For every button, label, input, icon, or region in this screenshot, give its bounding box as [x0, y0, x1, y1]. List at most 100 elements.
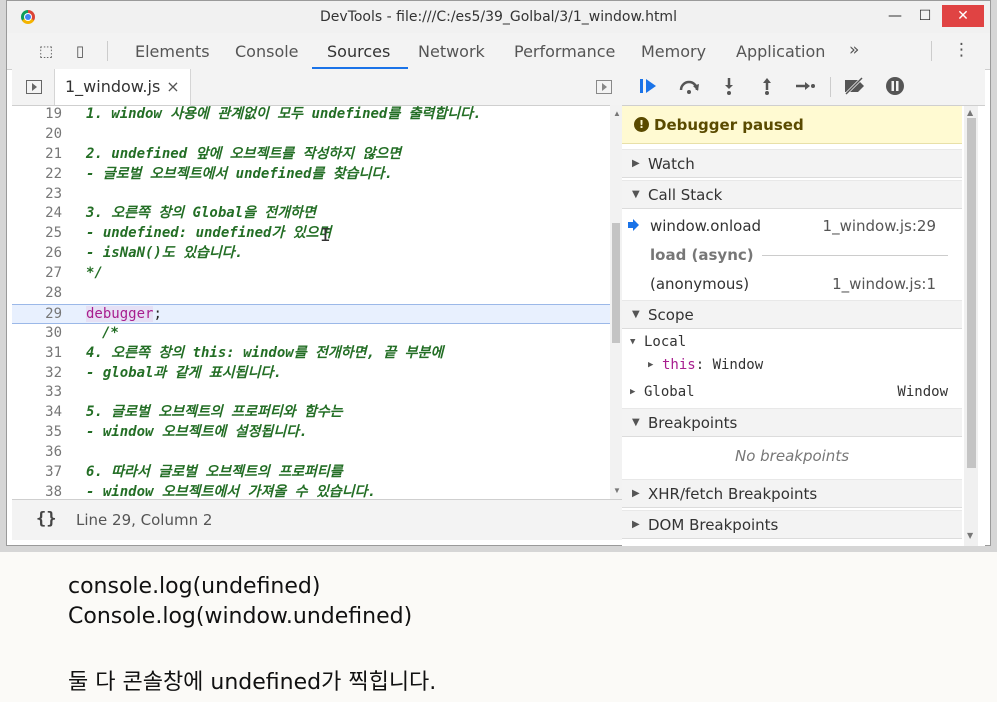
line-number[interactable]: 27: [12, 264, 62, 284]
resume-icon[interactable]: [636, 76, 662, 98]
step-icon[interactable]: [792, 76, 818, 98]
line-number[interactable]: 25: [12, 224, 62, 244]
property-value: Window: [712, 357, 764, 373]
code-line: 20: [12, 125, 610, 145]
paused-message: Debugger paused: [654, 116, 804, 134]
code-line: 33: [12, 383, 610, 403]
call-frame[interactable]: (anonymous) 1_window.js:1: [622, 269, 962, 298]
section-title: Watch: [648, 155, 695, 173]
scope-property[interactable]: ▶ this: Window: [622, 353, 962, 377]
statement-terminator: ;: [153, 305, 162, 322]
dom-breakpoints-section-header[interactable]: ▶ DOM Breakpoints: [622, 510, 962, 539]
tab-network[interactable]: Network: [418, 42, 485, 61]
screenshot-frame: DevTools - file:///C:/es5/39_Golbal/3/1_…: [0, 0, 997, 552]
line-number[interactable]: 35: [12, 423, 62, 443]
divider: [762, 255, 948, 256]
pretty-print-icon[interactable]: {}: [36, 509, 56, 529]
editor-scrollbar[interactable]: ▲ ▼: [610, 105, 622, 499]
line-text: - isNaN()도 있습니다.: [86, 245, 244, 262]
toolbar-divider: [107, 41, 108, 61]
async-divider: load (async): [622, 240, 962, 269]
tab-application[interactable]: Application: [736, 42, 825, 61]
line-number[interactable]: 29: [12, 305, 62, 325]
close-tab-icon[interactable]: ×: [166, 77, 179, 96]
line-number[interactable]: 28: [12, 284, 62, 304]
line-number[interactable]: 21: [12, 145, 62, 165]
code-line: 25 - undefined: undefined가 있으며: [12, 224, 610, 244]
deactivate-breakpoints-icon[interactable]: [842, 76, 868, 98]
line-text: 3. 오른쪽 창의 Global을 전개하면: [86, 205, 316, 222]
inspect-element-icon[interactable]: ⬚: [35, 41, 57, 61]
debugger-toggle-icon[interactable]: [596, 80, 612, 94]
sidebar-scrollbar[interactable]: ▲ ▼: [964, 106, 978, 546]
line-number[interactable]: 24: [12, 204, 62, 224]
step-into-icon[interactable]: [716, 76, 742, 98]
scroll-up-icon[interactable]: ▲: [613, 109, 621, 118]
scroll-down-icon[interactable]: ▼: [967, 531, 973, 540]
frame-name: window.onload: [650, 217, 762, 235]
call-stack-section-header[interactable]: ▼ Call Stack: [622, 180, 962, 209]
code-line: 22 - 글로벌 오브젝트에서 undefined를 찾습니다.: [12, 165, 610, 185]
scrollbar-thumb[interactable]: [967, 118, 976, 468]
frame-location[interactable]: 1_window.js:29: [823, 217, 936, 235]
line-number[interactable]: 36: [12, 443, 62, 463]
line-number[interactable]: 22: [12, 165, 62, 185]
file-tab-label: 1_window.js: [65, 77, 161, 96]
tab-memory[interactable]: Memory: [641, 42, 706, 61]
line-number[interactable]: 19: [12, 105, 62, 125]
tab-performance[interactable]: Performance: [514, 42, 615, 61]
tab-elements[interactable]: Elements: [135, 42, 210, 61]
step-over-icon[interactable]: [676, 76, 702, 98]
maximize-button[interactable]: ☐: [910, 5, 940, 27]
line-number[interactable]: 32: [12, 364, 62, 384]
line-number[interactable]: 26: [12, 244, 62, 264]
section-title: Scope: [648, 306, 694, 324]
cursor-position: Line 29, Column 2: [76, 511, 213, 529]
line-text: - global과 같게 표시됩니다.: [86, 364, 282, 381]
code-line: 36: [12, 443, 610, 463]
line-number[interactable]: 37: [12, 463, 62, 483]
line-number[interactable]: 34: [12, 403, 62, 423]
scroll-up-icon[interactable]: ▲: [967, 108, 973, 117]
minimize-button[interactable]: —: [880, 5, 910, 27]
pause-on-exceptions-icon[interactable]: [882, 76, 908, 98]
note-line: 둘 다 콘솔창에 undefined가 찍힙니다.: [68, 670, 437, 695]
line-text: - window 오브젝트에 설정됩니다.: [86, 424, 308, 441]
line-number[interactable]: 23: [12, 185, 62, 205]
navigator-toggle-icon[interactable]: [26, 80, 42, 94]
line-number[interactable]: 20: [12, 125, 62, 145]
scope-local[interactable]: ▼ Local: [622, 330, 962, 354]
no-breakpoints-message: No breakpoints: [734, 447, 850, 465]
line-number[interactable]: 38: [12, 483, 62, 499]
frame-location[interactable]: 1_window.js:1: [832, 275, 936, 293]
line-number[interactable]: 31: [12, 344, 62, 364]
scrollbar-thumb[interactable]: [612, 223, 620, 343]
window-title: DevTools - file:///C:/es5/39_Golbal/3/1_…: [320, 9, 677, 25]
expand-icon: ▶: [630, 387, 636, 397]
frame-name: (anonymous): [650, 275, 750, 293]
code-line: 35 - window 오브젝트에 설정됩니다.: [12, 423, 610, 443]
breakpoints-section-header[interactable]: ▼ Breakpoints: [622, 408, 962, 437]
customize-menu-icon[interactable]: ⋮: [953, 40, 970, 60]
code-area[interactable]: 19 1. window 사용에 관계없이 모두 undefined를 출력합니다…: [12, 105, 610, 499]
collapse-icon: ▼: [632, 417, 640, 428]
xhr-breakpoints-section-header[interactable]: ▶ XHR/fetch Breakpoints: [622, 479, 962, 508]
file-tab[interactable]: 1_window.js ×: [54, 69, 191, 105]
line-number[interactable]: 30: [12, 324, 62, 344]
watch-section-header[interactable]: ▶ Watch: [622, 149, 962, 178]
device-toolbar-icon[interactable]: ▯: [69, 41, 91, 61]
source-editor: 1_window.js × 19 1. window 사용에 관계없이 모두 und…: [12, 69, 623, 499]
step-out-icon[interactable]: [754, 76, 780, 98]
scope-global[interactable]: ▶ Global Window: [622, 380, 962, 404]
tab-sources[interactable]: Sources: [327, 42, 390, 61]
collapse-icon: ▼: [632, 189, 640, 200]
code-line: 26 - isNaN()도 있습니다.: [12, 244, 610, 264]
scope-section-header[interactable]: ▼ Scope: [622, 300, 962, 329]
more-tabs-icon[interactable]: »: [849, 40, 859, 60]
close-button[interactable]: ✕: [942, 5, 984, 27]
tab-console[interactable]: Console: [235, 42, 299, 61]
note-line: Console.log(window.undefined): [68, 604, 413, 629]
scroll-down-icon[interactable]: ▼: [613, 486, 621, 495]
call-frame[interactable]: window.onload 1_window.js:29: [622, 211, 962, 240]
line-number[interactable]: 33: [12, 383, 62, 403]
